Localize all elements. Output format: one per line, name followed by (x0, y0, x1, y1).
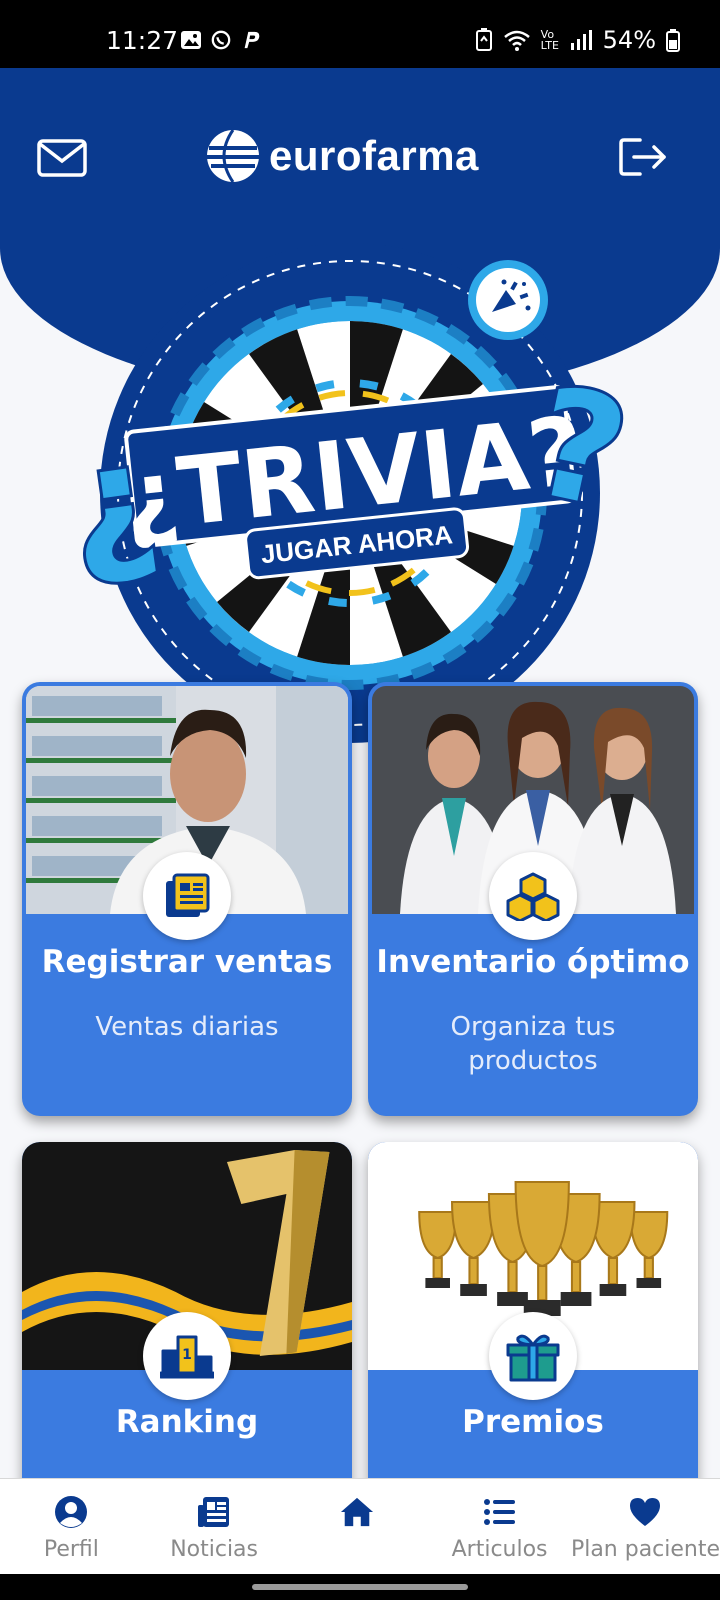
card-inventario-optimo[interactable]: Inventario óptimo Organiza tus productos (368, 682, 698, 1116)
app-screen: 11:27 Vo LTE 54% eurofarma ¿TRIVIA? ? ¿ … (0, 0, 720, 1600)
card-title: Ranking (115, 1404, 259, 1440)
svg-text:1: 1 (182, 1347, 192, 1363)
card-icon-premios (489, 1312, 577, 1400)
card-subtitle: Organiza tus productos (450, 1012, 616, 1076)
nav-label: Articulos (451, 1537, 548, 1562)
document-list-icon (166, 873, 210, 917)
logo-text: eurofarma (269, 132, 479, 179)
logout-icon (619, 138, 666, 176)
whatsapp-icon (211, 30, 231, 50)
card-icon-registrar (143, 852, 231, 940)
image-icon (181, 31, 201, 49)
nav-item-home[interactable] (285, 1479, 428, 1574)
envelope-icon (37, 139, 87, 177)
heart-icon (630, 1498, 661, 1526)
globe-logo-icon (207, 129, 259, 183)
logout-button[interactable] (618, 136, 668, 178)
podium-icon: 1 (160, 1335, 214, 1379)
battery-saver-icon (475, 28, 492, 51)
nav-label: Plan paciente (570, 1537, 720, 1562)
notification-icons (180, 30, 262, 50)
bottom-navigation: Perfil Noticias Articulos Plan paciente (0, 1478, 720, 1574)
system-icons: Vo LTE 54% (475, 26, 680, 54)
signal-icon (570, 30, 592, 50)
gesture-bar-area (0, 1574, 720, 1600)
status-time: 11:27 (106, 26, 179, 55)
card-title: Registrar ventas (41, 944, 333, 980)
nav-label: Noticias (170, 1537, 258, 1562)
status-bar: 11:27 Vo LTE 54% (0, 0, 720, 68)
boxes-icon (506, 872, 560, 921)
newspaper-icon (198, 1497, 230, 1527)
battery-icon (666, 29, 680, 52)
volte-label: Vo LTE (540, 28, 559, 52)
card-icon-ranking: 1 (143, 1312, 231, 1400)
card-subtitle: Ventas diarias (95, 1012, 279, 1042)
nav-item-perfil[interactable]: Perfil (0, 1479, 143, 1574)
card-premios[interactable]: Premios (368, 1142, 698, 1502)
nav-item-noticias[interactable]: Noticias (143, 1479, 286, 1574)
nav-item-plan-paciente[interactable]: Plan paciente (571, 1479, 720, 1574)
card-title: Inventario óptimo (376, 944, 690, 980)
home-gesture-handle[interactable] (252, 1584, 468, 1590)
card-registrar-ventas[interactable]: Registrar ventas Ventas diarias (22, 682, 352, 1116)
nav-label: Perfil (43, 1537, 99, 1562)
home-icon (340, 1497, 373, 1527)
eurofarma-logo: eurofarma (205, 128, 479, 184)
nav-item-articulos[interactable]: Articulos (428, 1479, 571, 1574)
user-circle-icon (55, 1496, 88, 1528)
card-ranking[interactable]: 1 Ranking (22, 1142, 352, 1502)
trivia-banner[interactable]: ¿TRIVIA? ? ¿ JUGAR AHORA (60, 238, 660, 748)
wifi-icon (503, 30, 530, 51)
battery-percent: 54% (602, 26, 656, 54)
gift-icon (506, 1334, 560, 1382)
mail-button[interactable] (36, 138, 88, 178)
card-icon-inventario (489, 852, 577, 940)
list-icon (483, 1499, 515, 1525)
card-title: Premios (462, 1404, 604, 1440)
p-app-icon (244, 31, 260, 49)
